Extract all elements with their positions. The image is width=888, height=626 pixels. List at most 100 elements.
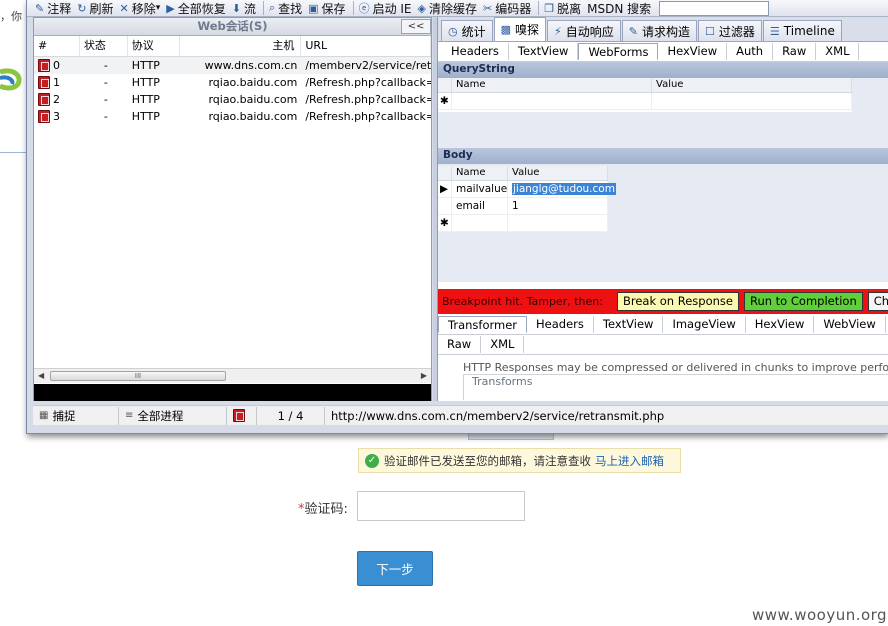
column-header[interactable]: 主机 bbox=[180, 36, 302, 56]
toolbar-button-4[interactable]: ⬇ 流 bbox=[230, 0, 260, 16]
body-name-cell[interactable]: email bbox=[452, 198, 508, 214]
body-value-cell[interactable]: 1 bbox=[508, 198, 608, 214]
toolbar-button-2[interactable]: ✕ 移除 ▾ bbox=[117, 0, 164, 16]
tab-headers[interactable]: Headers bbox=[442, 43, 509, 60]
body-name-cell[interactable]: mailvalue bbox=[452, 181, 508, 197]
body-row[interactable]: ▶ mailvalue jianglg@tudou.com bbox=[438, 181, 616, 198]
toolbar-separator bbox=[262, 1, 264, 15]
toolbar-button-3[interactable]: ▶ 全部恢复 bbox=[164, 0, 229, 16]
toolbar-label: 清除缓存 bbox=[428, 1, 477, 16]
msdn-search-input[interactable] bbox=[659, 0, 770, 16]
new-row-name-cell[interactable] bbox=[452, 215, 508, 231]
toolbar-button-0[interactable]: ✎ 注释 bbox=[33, 0, 75, 16]
tab-hexview[interactable]: HexView bbox=[746, 316, 815, 333]
selected-url: http://www.dns.com.cn/memberv2/service/r… bbox=[331, 408, 665, 423]
tab-timeline[interactable]: ☰ Timeline bbox=[762, 20, 842, 41]
tab-xml[interactable]: XML bbox=[481, 336, 525, 353]
column-header[interactable]: 协议 bbox=[128, 36, 180, 56]
quickexec-box[interactable] bbox=[34, 384, 431, 401]
session-cell-protocol: HTTP bbox=[131, 110, 160, 123]
scrollbar-thumb[interactable]: III bbox=[50, 371, 226, 381]
tab-webview[interactable]: WebView bbox=[814, 316, 886, 333]
scroll-right-icon[interactable]: ▶ bbox=[421, 371, 427, 380]
capture-label: 捕捉 bbox=[52, 408, 76, 423]
toolbar-label: 脱离 bbox=[557, 1, 582, 16]
session-id: 2 bbox=[53, 93, 60, 106]
tab-xml[interactable]: XML bbox=[816, 43, 860, 60]
chevron-down-icon[interactable]: ▾ bbox=[156, 3, 161, 13]
toolbar-button-10[interactable]: ❐ 脱离 bbox=[542, 0, 585, 16]
breakpoint-icon bbox=[38, 110, 50, 123]
tab-textview[interactable]: TextView bbox=[509, 43, 579, 60]
column-header[interactable]: # bbox=[34, 36, 80, 56]
run-to-completion-button[interactable]: Run to Completion bbox=[743, 292, 863, 311]
breakpoint-status[interactable] bbox=[227, 406, 257, 425]
composer-icon: ✎ bbox=[628, 24, 639, 38]
session-cell-id: 1 bbox=[34, 76, 80, 89]
session-row[interactable]: 3 - HTTP rqiao.baidu.com/Refresh.php?callba… bbox=[34, 108, 431, 125]
toolbar-button-8[interactable]: ◈ 清除缓存 bbox=[416, 0, 481, 16]
watermark: www.wooyun.org bbox=[752, 606, 888, 624]
tab-hexview[interactable]: HexView bbox=[658, 43, 728, 60]
body-value-cell[interactable]: jianglg@tudou.com bbox=[508, 181, 616, 197]
sessions-grid-header: # 状态 协议 主机 URL bbox=[34, 36, 432, 57]
column-header[interactable]: URL bbox=[301, 36, 432, 56]
tab-composer[interactable]: ✎ 请求构造 bbox=[621, 20, 698, 41]
session-row[interactable]: 2 - HTTP rqiao.baidu.com/Refresh.php?callba… bbox=[34, 91, 431, 108]
tab-stopwatch[interactable]: ◷ 统计 bbox=[441, 20, 493, 41]
notice-text: 验证邮件已发送至您的邮箱，请注意查收 bbox=[384, 453, 591, 468]
horizontal-scrollbar[interactable]: ◀ III ▶ bbox=[34, 368, 431, 383]
new-row-value-cell[interactable] bbox=[652, 93, 852, 109]
toolbar-button-9[interactable]: ✂ 编码器 bbox=[481, 0, 535, 16]
toolbar-button-7[interactable]: ⓔ 启动 IE bbox=[357, 0, 416, 16]
toolbar-label: 保存 bbox=[321, 1, 346, 16]
process-filter[interactable]: ≡ 全部进程 bbox=[119, 406, 227, 425]
tab-webforms[interactable]: WebForms bbox=[578, 43, 659, 60]
tab-raw[interactable]: Raw bbox=[773, 43, 817, 60]
response-inspector-tabs: Transformer Headers TextView ImageView HexVi… bbox=[438, 315, 888, 335]
new-row-name-cell[interactable] bbox=[452, 93, 652, 109]
tab-raw[interactable]: Raw bbox=[438, 336, 482, 353]
scroll-left-icon[interactable]: ◀ bbox=[38, 371, 44, 380]
tab-checkbox[interactable]: ☐ 过滤器 bbox=[698, 20, 762, 41]
choose-response-dropdown[interactable]: Choose bbox=[867, 292, 888, 311]
capture-toggle[interactable]: ▦ 捕捉 bbox=[33, 406, 119, 425]
session-cell-url: /Refresh.php?callback=B bbox=[305, 110, 431, 123]
column-header[interactable]: 状态 bbox=[80, 36, 128, 56]
toolbar-button-5[interactable]: ⌕ 查找 bbox=[267, 0, 306, 16]
tab-inspect[interactable]: ▩ 嗅探 bbox=[493, 17, 547, 41]
toolbar-button-1[interactable]: ↻ 刷新 bbox=[75, 0, 117, 16]
collapse-button[interactable]: << bbox=[401, 19, 431, 34]
tab-headers[interactable]: Headers bbox=[527, 316, 594, 333]
tab-lightning[interactable]: ⚡ 自动响应 bbox=[547, 20, 621, 41]
break-on-response-button[interactable]: Break on Response bbox=[616, 292, 739, 311]
toolbar-button-6[interactable]: ▣ 保存 bbox=[306, 0, 349, 16]
session-cell-url: /Refresh.php?callback=B bbox=[305, 93, 431, 106]
session-id: 3 bbox=[53, 110, 60, 123]
tab-transformer[interactable]: Transformer bbox=[438, 316, 528, 333]
breakpoint-icon bbox=[38, 76, 50, 89]
captcha-input[interactable] bbox=[357, 491, 525, 521]
body-row[interactable]: email 1 bbox=[438, 198, 608, 215]
session-row[interactable]: 0 - HTTP www.dns.com.cn/memberv2/service/re… bbox=[34, 57, 431, 74]
encoder-icon: ✂ bbox=[482, 1, 493, 15]
grid-gutter bbox=[438, 166, 452, 180]
session-row[interactable]: 1 - HTTP rqiao.baidu.com/Refresh.php?callba… bbox=[34, 74, 431, 91]
tab-imageview[interactable]: ImageView bbox=[663, 316, 746, 333]
transforms-label: Transforms bbox=[470, 375, 535, 388]
toolbar-label: MSDN 搜索 bbox=[587, 1, 652, 16]
next-step-button[interactable]: 下一步 bbox=[357, 551, 433, 586]
page-partial-text: ，你 bbox=[0, 10, 22, 23]
tab-textview[interactable]: TextView bbox=[594, 316, 664, 333]
open-mailbox-link[interactable]: 马上进入邮箱 bbox=[595, 453, 664, 469]
stopwatch-icon: ◷ bbox=[448, 24, 458, 38]
body-new-row[interactable]: ✱ bbox=[438, 215, 608, 232]
lightning-icon: ⚡ bbox=[554, 24, 562, 38]
divider bbox=[0, 152, 26, 153]
new-row-value-cell[interactable] bbox=[508, 215, 608, 231]
toolbar-label: 编码器 bbox=[495, 1, 532, 16]
toolbar-button-11[interactable]: MSDN 搜索 bbox=[585, 0, 655, 16]
session-cell-id: 2 bbox=[34, 93, 80, 106]
session-id: 1 bbox=[53, 76, 60, 89]
tab-auth[interactable]: Auth bbox=[727, 43, 774, 60]
